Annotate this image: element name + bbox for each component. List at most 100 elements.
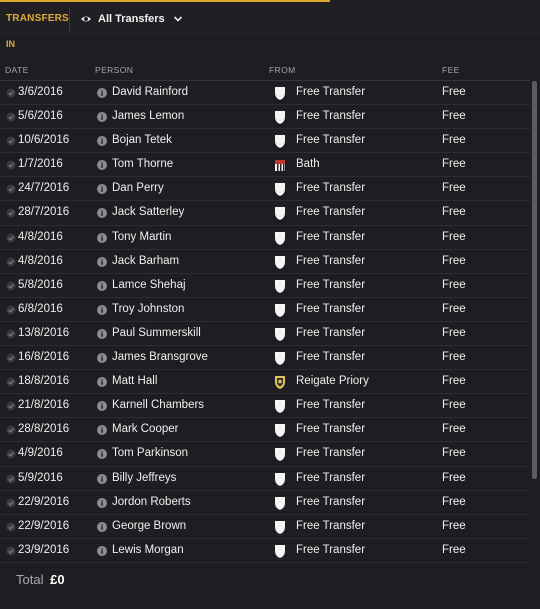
person-link[interactable]: Billy Jeffreys (112, 472, 176, 484)
person-link[interactable]: Bojan Tetek (112, 134, 172, 146)
from-club[interactable]: Free Transfer (296, 399, 365, 411)
person-link[interactable]: Dan Perry (112, 182, 164, 194)
table-row[interactable]: 22/9/2016 Jordon Roberts Free Transfer Free (0, 491, 530, 515)
info-icon[interactable] (97, 497, 107, 508)
info-icon[interactable] (97, 160, 107, 171)
person-link[interactable]: Matt Hall (112, 375, 157, 387)
person-link[interactable]: George Brown (112, 520, 186, 532)
transfer-fee: Free (442, 134, 466, 147)
table-row[interactable]: 4/9/2016 Tom Parkinson Free Transfer Free (0, 442, 530, 467)
person-link[interactable]: Lewis Morgan (112, 544, 184, 556)
info-icon[interactable] (97, 425, 107, 436)
person-link[interactable]: James Bransgrove (112, 351, 208, 363)
info-icon[interactable] (97, 232, 107, 243)
person-link[interactable]: James Lemon (112, 110, 184, 122)
info-icon[interactable] (97, 545, 107, 556)
column-header-date[interactable]: DATE (5, 65, 29, 75)
column-header-person[interactable]: PERSON (95, 65, 133, 75)
table-row[interactable]: 4/8/2016 Tony Martin Free Transfer Free (0, 226, 530, 250)
person-link[interactable]: Tom Parkinson (112, 447, 188, 459)
column-header-from[interactable]: FROM (269, 65, 296, 75)
person-link[interactable]: Mark Cooper (112, 423, 178, 435)
from-club[interactable]: Bath (296, 158, 320, 170)
check-icon (6, 377, 16, 387)
from-club[interactable]: Free Transfer (296, 134, 365, 146)
table-row[interactable]: 5/8/2016 Lamce Shehaj Free Transfer Free (0, 274, 530, 298)
table-row[interactable]: 5/9/2016 Billy Jeffreys Free Transfer Free (0, 467, 530, 491)
from-club[interactable]: Free Transfer (296, 351, 365, 363)
info-icon[interactable] (97, 88, 107, 98)
person-link[interactable]: Tom Thorne (112, 158, 173, 170)
from-club[interactable]: Free Transfer (296, 231, 365, 243)
table-row[interactable]: 10/6/2016 Bojan Tetek Free Transfer Free (0, 129, 530, 154)
from-club[interactable]: Free Transfer (296, 447, 365, 459)
from-club[interactable]: Free Transfer (296, 279, 365, 291)
table-row[interactable]: 3/6/2016 David Rainford Free Transfer Free (0, 81, 530, 106)
table-row[interactable]: 24/7/2016 Dan Perry Free Transfer Free (0, 177, 530, 202)
from-club[interactable]: Free Transfer (296, 86, 365, 98)
from-club[interactable]: Free Transfer (296, 206, 365, 218)
table-row[interactable]: 6/8/2016 Troy Johnston Free Transfer Free (0, 298, 530, 322)
info-icon[interactable] (97, 208, 107, 219)
person-link[interactable]: Tony Martin (112, 231, 171, 243)
person-link[interactable]: David Rainford (112, 86, 188, 98)
from-club[interactable]: Free Transfer (296, 496, 365, 508)
info-icon[interactable] (97, 353, 107, 364)
info-icon[interactable] (97, 473, 107, 484)
check-icon (6, 401, 16, 411)
table-row[interactable]: 1/7/2016 Tom Thorne Bath Free (0, 153, 530, 178)
info-icon[interactable] (97, 112, 107, 123)
person-link[interactable]: Karnell Chambers (112, 399, 204, 411)
header-divider (69, 8, 70, 32)
person-link[interactable]: Troy Johnston (112, 303, 184, 315)
info-icon[interactable] (97, 377, 107, 388)
info-icon[interactable] (97, 280, 107, 291)
table-row[interactable]: 4/8/2016 Jack Barham Free Transfer Free (0, 250, 530, 274)
table-row[interactable]: 21/8/2016 Karnell Chambers Free Transfer Fr… (0, 394, 530, 419)
from-club[interactable]: Free Transfer (296, 327, 365, 339)
scrollbar[interactable] (532, 81, 537, 479)
column-header-fee[interactable]: FEE (442, 65, 460, 75)
info-icon[interactable] (97, 256, 107, 267)
table-row[interactable]: 22/9/2016 George Brown Free Transfer Free (0, 515, 530, 539)
transfer-filter-dropdown[interactable]: All Transfers (80, 11, 183, 27)
table-row[interactable]: 16/8/2016 James Bransgrove Free Transfer Fr… (0, 346, 530, 371)
transfer-fee: Free (442, 519, 466, 532)
person-link[interactable]: Lamce Shehaj (112, 279, 186, 291)
transfer-date: 16/8/2016 (18, 351, 70, 364)
transfer-fee: Free (442, 375, 466, 388)
check-icon (6, 498, 16, 508)
person-link[interactable]: Paul Summerskill (112, 327, 201, 339)
person-link[interactable]: Jack Satterley (112, 206, 184, 218)
from-club[interactable]: Free Transfer (296, 182, 365, 194)
person-link[interactable]: Jordon Roberts (112, 496, 191, 508)
info-icon[interactable] (97, 328, 107, 339)
filter-label: All Transfers (98, 13, 165, 25)
table-row[interactable]: 23/9/2016 Lewis Morgan Free Transfer Free (0, 539, 530, 563)
info-icon[interactable] (97, 136, 107, 147)
info-icon[interactable] (97, 521, 107, 532)
from-club[interactable]: Free Transfer (296, 520, 365, 532)
transfer-date: 13/8/2016 (18, 326, 70, 339)
table-row[interactable]: 28/8/2016 Mark Cooper Free Transfer Free (0, 418, 530, 443)
info-icon[interactable] (97, 184, 107, 195)
check-icon (6, 353, 16, 363)
table-row[interactable]: 5/6/2016 James Lemon Free Transfer Free (0, 105, 530, 130)
table-row[interactable]: 28/7/2016 Jack Satterley Free Transfer Free (0, 201, 530, 226)
transfer-date: 3/6/2016 (18, 86, 63, 98)
from-club[interactable]: Free Transfer (296, 303, 365, 315)
info-icon[interactable] (97, 401, 107, 412)
from-club[interactable]: Reigate Priory (296, 375, 369, 387)
info-icon[interactable] (97, 449, 107, 460)
transfer-date: 4/8/2016 (18, 254, 63, 267)
from-club[interactable]: Free Transfer (296, 110, 365, 122)
from-club[interactable]: Free Transfer (296, 423, 365, 435)
check-icon (6, 136, 16, 146)
from-club[interactable]: Free Transfer (296, 255, 365, 267)
table-row[interactable]: 18/8/2016 Matt Hall Reigate Priory Free (0, 370, 530, 395)
from-club[interactable]: Free Transfer (296, 472, 365, 484)
from-club[interactable]: Free Transfer (296, 544, 365, 556)
table-row[interactable]: 13/8/2016 Paul Summerskill Free Transfer Fr… (0, 322, 530, 347)
info-icon[interactable] (97, 304, 107, 315)
person-link[interactable]: Jack Barham (112, 255, 179, 267)
